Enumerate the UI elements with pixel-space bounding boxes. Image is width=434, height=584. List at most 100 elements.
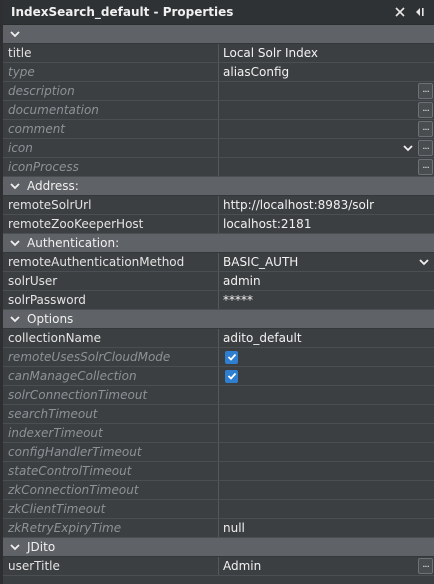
- section-label: Address:: [27, 179, 79, 193]
- property-value-text: Local Solr Index: [223, 46, 318, 60]
- section-authentication[interactable]: Authentication:: [3, 234, 434, 253]
- property-value[interactable]: localhost:2181: [219, 215, 434, 233]
- ellipsis-button[interactable]: ...: [418, 83, 433, 99]
- property-row-indexerTimeout[interactable]: indexerTimeout: [3, 424, 434, 443]
- panel-title: IndexSearch_default - Properties: [11, 5, 234, 19]
- property-value-text: Admin: [223, 559, 262, 573]
- ellipsis-button[interactable]: ...: [418, 558, 433, 574]
- property-name: remoteSolrUrl: [3, 196, 219, 214]
- property-value[interactable]: [219, 386, 434, 404]
- ellipsis-button[interactable]: ...: [418, 102, 433, 118]
- property-row-description[interactable]: description...: [3, 82, 434, 101]
- options-properties: collectionName adito_default remoteUsesSol…: [3, 329, 434, 538]
- close-icon[interactable]: [392, 4, 408, 20]
- section-address[interactable]: Address:: [3, 177, 434, 196]
- checkbox[interactable]: [225, 369, 238, 383]
- property-value[interactable]: Local Solr Index: [219, 44, 434, 62]
- property-name: icon: [3, 139, 219, 157]
- property-row-stateControlTimeout[interactable]: stateControlTimeout: [3, 462, 434, 481]
- property-row-collectionName[interactable]: collectionName adito_default: [3, 329, 434, 348]
- dropdown-arrow-icon[interactable]: [418, 256, 430, 268]
- property-value[interactable]: [219, 367, 434, 385]
- property-row-icon[interactable]: icon...: [3, 139, 434, 158]
- property-value[interactable]: null: [219, 519, 434, 537]
- property-row-searchTimeout[interactable]: searchTimeout: [3, 405, 434, 424]
- chevron-down-icon: [10, 240, 20, 247]
- property-value[interactable]: [219, 462, 434, 480]
- property-name: configHandlerTimeout: [3, 443, 219, 461]
- property-value[interactable]: admin: [219, 272, 434, 290]
- property-row-iconProcess[interactable]: iconProcess...: [3, 158, 434, 177]
- property-row-solrConnectionTimeout[interactable]: solrConnectionTimeout: [3, 386, 434, 405]
- property-row-type[interactable]: type aliasConfig: [3, 63, 434, 82]
- property-row-solrUser[interactable]: solrUser admin: [3, 272, 434, 291]
- property-name: collectionName: [3, 329, 219, 347]
- property-value-text: BASIC_AUTH: [223, 255, 299, 269]
- property-row-remoteAuthenticationMethod[interactable]: remoteAuthenticationMethod BASIC_AUTH: [3, 253, 434, 272]
- property-name: documentation: [3, 101, 219, 119]
- property-name: type: [3, 63, 219, 81]
- section-label: JDito: [27, 540, 56, 554]
- property-row-userTitle[interactable]: userTitle Admin...: [3, 557, 434, 576]
- property-value[interactable]: aliasConfig: [219, 63, 434, 81]
- address-properties: remoteSolrUrl http://localhost:8983/solr r…: [3, 196, 434, 234]
- property-row-remoteUsesSolrCloudMode[interactable]: remoteUsesSolrCloudMode: [3, 348, 434, 367]
- panel-bottom-edge: [3, 577, 434, 584]
- property-value-text: localhost:2181: [223, 217, 312, 231]
- property-row-solrPassword[interactable]: solrPassword *****: [3, 291, 434, 310]
- property-value[interactable]: [219, 443, 434, 461]
- property-value[interactable]: ...: [219, 101, 434, 119]
- property-row-zkRetryExpiryTime[interactable]: zkRetryExpiryTime null: [3, 519, 434, 538]
- property-value[interactable]: ...: [219, 139, 434, 157]
- property-name: remoteZooKeeperHost: [3, 215, 219, 233]
- property-value[interactable]: BASIC_AUTH: [219, 253, 434, 271]
- property-value[interactable]: [219, 500, 434, 518]
- property-value[interactable]: Admin...: [219, 557, 434, 575]
- property-name: zkConnectionTimeout: [3, 481, 219, 499]
- ellipsis-button[interactable]: ...: [418, 159, 433, 175]
- property-value[interactable]: adito_default: [219, 329, 434, 347]
- property-value[interactable]: [219, 424, 434, 442]
- property-value[interactable]: [219, 405, 434, 423]
- property-row-remoteZooKeeperHost[interactable]: remoteZooKeeperHost localhost:2181: [3, 215, 434, 234]
- property-value[interactable]: http://localhost:8983/solr: [219, 196, 434, 214]
- check-icon: [227, 372, 236, 380]
- checkbox[interactable]: [225, 350, 238, 364]
- property-row-remoteSolrUrl[interactable]: remoteSolrUrl http://localhost:8983/solr: [3, 196, 434, 215]
- ellipsis-button[interactable]: ...: [418, 121, 433, 137]
- chevron-down-icon: [10, 544, 20, 551]
- general-collapse-toggle[interactable]: [3, 25, 434, 44]
- property-value[interactable]: ...: [219, 82, 434, 100]
- property-value[interactable]: ...: [219, 158, 434, 176]
- section-label: Authentication:: [27, 236, 120, 250]
- property-name: remoteUsesSolrCloudMode: [3, 348, 219, 366]
- jdito-properties: userTitle Admin...: [3, 557, 434, 576]
- property-row-configHandlerTimeout[interactable]: configHandlerTimeout: [3, 443, 434, 462]
- property-row-title[interactable]: title Local Solr Index: [3, 44, 434, 63]
- section-jdito[interactable]: JDito: [3, 538, 434, 557]
- ellipsis-button[interactable]: ...: [418, 140, 433, 156]
- property-row-zkConnectionTimeout[interactable]: zkConnectionTimeout: [3, 481, 434, 500]
- chevron-down-icon: [10, 316, 20, 323]
- property-name: title: [3, 44, 219, 62]
- property-value-text: adito_default: [223, 331, 302, 345]
- chevron-down-icon: [10, 183, 20, 190]
- property-name: searchTimeout: [3, 405, 219, 423]
- section-options[interactable]: Options: [3, 310, 434, 329]
- dropdown-arrow-icon[interactable]: [402, 142, 414, 154]
- property-name: description: [3, 82, 219, 100]
- section-label: Options: [27, 312, 74, 326]
- property-value[interactable]: [219, 481, 434, 499]
- property-row-canManageCollection[interactable]: canManageCollection: [3, 367, 434, 386]
- property-row-comment[interactable]: comment...: [3, 120, 434, 139]
- property-row-documentation[interactable]: documentation...: [3, 101, 434, 120]
- property-name: comment: [3, 120, 219, 138]
- property-value-text: *****: [223, 293, 253, 307]
- property-value-text: http://localhost:8983/solr: [223, 198, 375, 212]
- property-value[interactable]: *****: [219, 291, 434, 309]
- minimize-panel-icon[interactable]: [412, 4, 428, 20]
- property-name: indexerTimeout: [3, 424, 219, 442]
- property-value[interactable]: ...: [219, 120, 434, 138]
- property-row-zkClientTimeout[interactable]: zkClientTimeout: [3, 500, 434, 519]
- property-value[interactable]: [219, 348, 434, 366]
